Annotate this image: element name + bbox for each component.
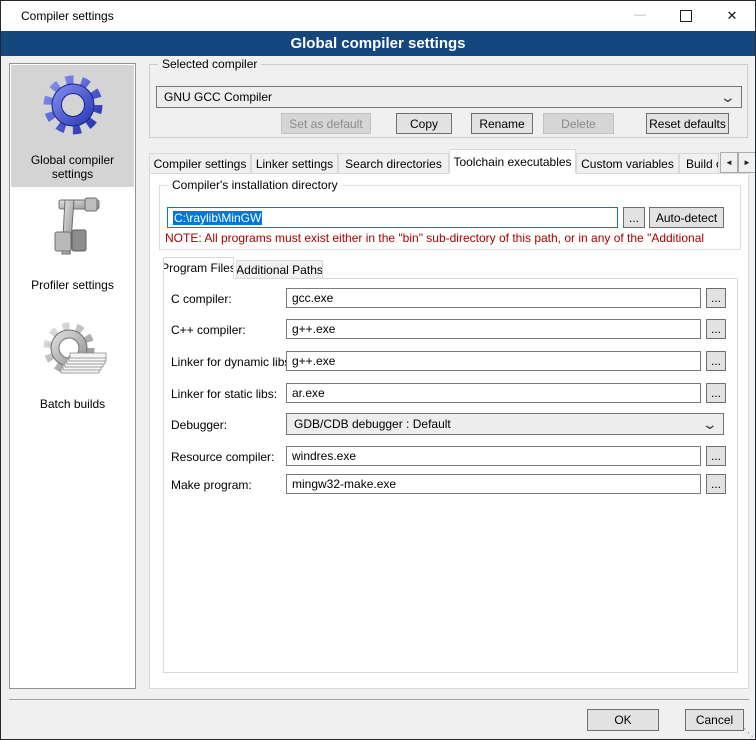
linker-static-input[interactable]: ar.exe: [286, 383, 701, 403]
batch-builds-icon: [39, 316, 107, 388]
resource-compiler-input[interactable]: windres.exe: [286, 446, 701, 466]
caption-buttons: — ✕: [617, 1, 755, 31]
installation-directory-input[interactable]: C:\raylib\MinGW: [167, 207, 618, 228]
tab-scroll-right-button[interactable]: ►: [738, 152, 756, 173]
field-label-linker-static: Linker for static libs:: [171, 387, 277, 401]
close-button[interactable]: ✕: [709, 1, 755, 31]
maximize-button[interactable]: [663, 1, 709, 31]
selected-compiler-dropdown[interactable]: GNU GCC Compiler ⌄: [156, 86, 742, 108]
cpp-compiler-input[interactable]: g++.exe: [286, 319, 701, 339]
reset-defaults-button[interactable]: Reset defaults: [646, 113, 729, 134]
caliper-icon: [41, 194, 105, 270]
sidebar-item-profiler-settings[interactable]: Profiler settings: [11, 190, 134, 298]
sidebar-item-batch-builds[interactable]: Batch builds: [11, 312, 134, 416]
make-program-value: mingw32-make.exe: [292, 477, 396, 491]
maximize-icon: [680, 10, 692, 22]
cancel-button[interactable]: Cancel: [685, 709, 744, 731]
installation-directory-group-title: Compiler's installation directory: [168, 178, 342, 192]
linker-static-value: ar.exe: [292, 386, 325, 400]
dialog-header: Global compiler settings: [1, 31, 755, 56]
minimize-button[interactable]: —: [617, 1, 663, 31]
field-label-cpp-compiler: C++ compiler:: [171, 323, 246, 337]
installation-directory-value: C:\raylib\MinGW: [173, 211, 262, 225]
debugger-value: GDB/CDB debugger : Default: [294, 417, 451, 431]
c-compiler-value: gcc.exe: [292, 291, 333, 305]
make-program-input[interactable]: mingw32-make.exe: [286, 474, 701, 494]
cpp-compiler-value: g++.exe: [292, 322, 335, 336]
subtab-program-files[interactable]: Program Files: [163, 257, 234, 279]
settings-sidebar: Global compiler settings Profiler settin…: [9, 63, 136, 689]
tab-build-options[interactable]: Build options: [679, 153, 719, 174]
linker-dynamic-input[interactable]: g++.exe: [286, 351, 701, 371]
tab-toolchain-executables[interactable]: Toolchain executables: [449, 149, 576, 174]
right-arrow-icon: ►: [743, 158, 751, 167]
cpp-compiler-browse-button[interactable]: ...: [706, 319, 726, 339]
field-label-make-program: Make program:: [171, 478, 252, 492]
compiler-settings-dialog: Compiler settings — ✕ Global compiler se…: [0, 0, 756, 740]
sidebar-item-label: Batch builds: [11, 397, 134, 411]
linker-static-browse-button[interactable]: ...: [706, 383, 726, 403]
tab-custom-variables[interactable]: Custom variables: [576, 153, 679, 174]
ok-button[interactable]: OK: [587, 709, 659, 731]
chevron-down-icon: ⌄: [702, 419, 718, 429]
field-label-debugger: Debugger:: [171, 418, 227, 432]
browse-directory-button[interactable]: ...: [623, 207, 645, 228]
field-label-c-compiler: C compiler:: [171, 292, 232, 306]
selected-compiler-group-title: Selected compiler: [158, 57, 261, 71]
c-compiler-browse-button[interactable]: ...: [706, 288, 726, 308]
delete-button[interactable]: Delete: [543, 113, 614, 134]
left-arrow-icon: ◄: [725, 158, 733, 167]
sidebar-item-global-compiler-settings[interactable]: Global compiler settings: [11, 65, 134, 187]
blue-gear-icon: [41, 73, 105, 137]
sidebar-item-label: Profiler settings: [11, 278, 134, 292]
subtab-additional-paths[interactable]: Additional Paths: [236, 260, 323, 279]
footer-divider: [9, 699, 749, 700]
tab-search-directories[interactable]: Search directories: [338, 153, 449, 174]
copy-button[interactable]: Copy: [396, 113, 452, 134]
window-title: Compiler settings: [21, 9, 114, 23]
tab-linker-settings[interactable]: Linker settings: [251, 153, 338, 174]
linker-dynamic-value: g++.exe: [292, 354, 335, 368]
debugger-dropdown[interactable]: GDB/CDB debugger : Default ⌄: [286, 413, 724, 435]
auto-detect-button[interactable]: Auto-detect: [649, 207, 724, 228]
selected-compiler-value: GNU GCC Compiler: [164, 90, 272, 104]
field-label-resource-compiler: Resource compiler:: [171, 450, 274, 464]
page-title: Global compiler settings: [290, 35, 465, 52]
c-compiler-input[interactable]: gcc.exe: [286, 288, 701, 308]
field-label-linker-dynamic: Linker for dynamic libs:: [171, 355, 294, 369]
tab-scroll-left-button[interactable]: ◄: [720, 152, 738, 173]
set-as-default-button[interactable]: Set as default: [281, 113, 371, 134]
title-bar: Compiler settings — ✕: [1, 1, 755, 31]
minimize-icon: —: [634, 7, 646, 21]
make-program-browse-button[interactable]: ...: [706, 474, 726, 494]
chevron-down-icon: ⌄: [720, 92, 736, 102]
resource-compiler-value: windres.exe: [292, 449, 356, 463]
rename-button[interactable]: Rename: [471, 113, 533, 134]
sidebar-item-label: Global compiler settings: [11, 153, 134, 181]
resource-compiler-browse-button[interactable]: ...: [706, 446, 726, 466]
note-text: NOTE: All programs must exist either in …: [165, 231, 742, 245]
resize-grip[interactable]: ⋱: [743, 726, 753, 739]
tab-compiler-settings[interactable]: Compiler settings: [149, 153, 251, 174]
close-icon: ✕: [727, 8, 738, 24]
linker-dynamic-browse-button[interactable]: ...: [706, 351, 726, 371]
